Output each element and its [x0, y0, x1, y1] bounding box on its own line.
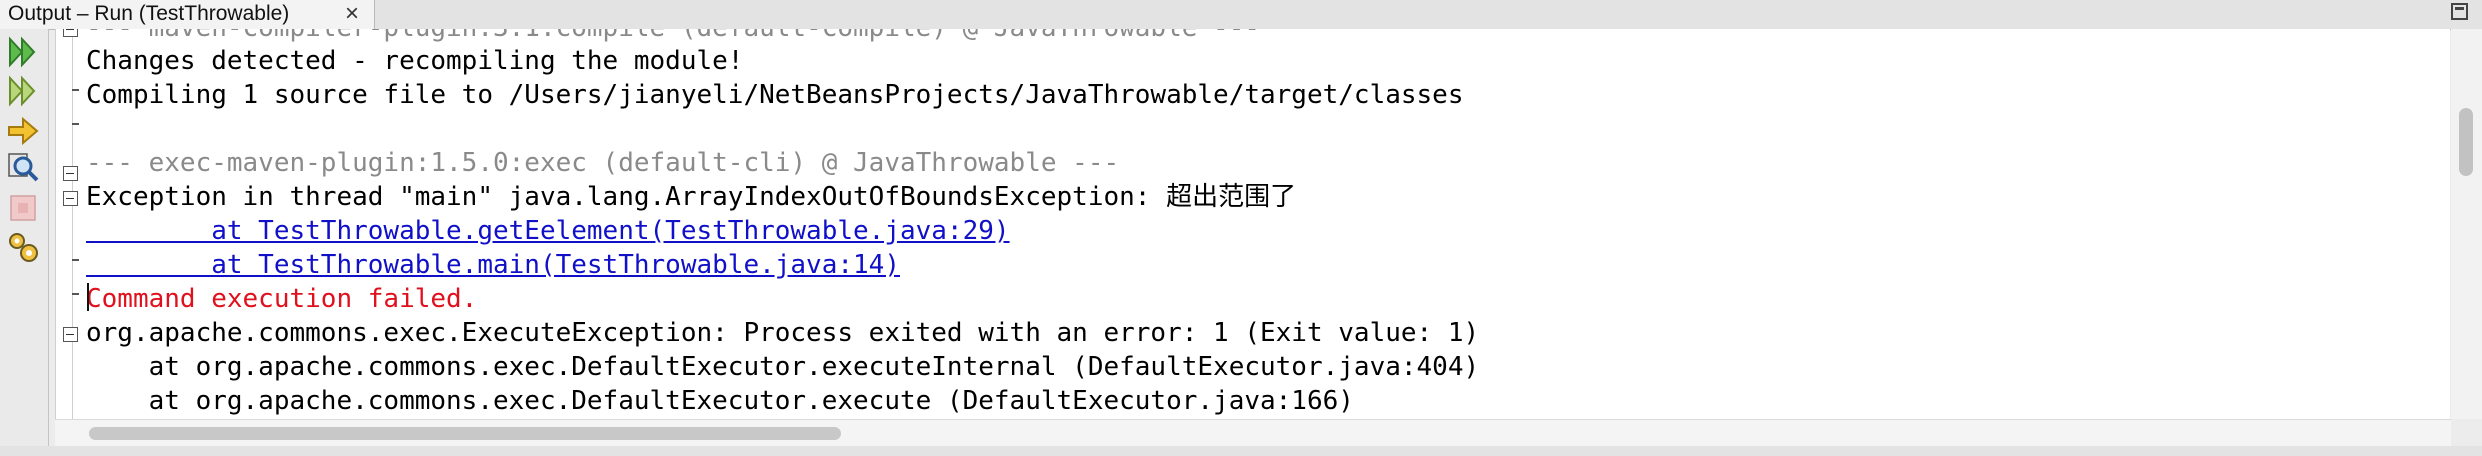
log-line: Exception in thread "main" java.lang.Arr… [86, 182, 1297, 212]
minimize-icon[interactable] [2451, 3, 2468, 20]
close-icon[interactable]: × [345, 0, 359, 28]
vertical-scrollbar[interactable] [2451, 29, 2482, 419]
output-toolbar [0, 29, 49, 456]
status-strip [0, 446, 2482, 456]
horizontal-scrollbar[interactable] [55, 419, 2451, 447]
rerun-icon[interactable] [5, 34, 41, 70]
vertical-scroll-thumb[interactable] [2459, 108, 2473, 176]
gutter-tick [72, 123, 79, 125]
gutter-tick [72, 259, 79, 261]
fold-toggle[interactable] [63, 191, 78, 206]
output-tab-bar: Output – Run (TestThrowable) × [0, 0, 2482, 30]
gutter-line [72, 29, 73, 419]
horizontal-scroll-thumb[interactable] [89, 427, 841, 440]
rerun-with-arguments-icon[interactable] [5, 73, 41, 109]
log-line: Changes detected - recompiling the modul… [86, 46, 744, 76]
settings-icon[interactable] [5, 229, 41, 265]
tab-title: Output – Run (TestThrowable) [8, 2, 290, 25]
stack-trace-link[interactable]: at TestThrowable.getEelement(TestThrowab… [86, 214, 1009, 248]
log-line: at org.apache.commons.exec.DefaultExecut… [86, 386, 1354, 416]
goto-next-icon[interactable] [5, 113, 41, 149]
log-line: org.apache.commons.exec.ExecuteException… [86, 318, 1480, 348]
fold-toggle[interactable] [63, 327, 78, 342]
gutter-tick [72, 89, 79, 91]
fold-toggle[interactable] [63, 166, 78, 181]
log-line: Compiling 1 source file to /Users/jianye… [86, 80, 1464, 110]
log-line: at org.apache.commons.exec.DefaultExecut… [86, 352, 1480, 382]
output-pane[interactable]: --- maven-compiler-plugin:3.1:compile (d… [55, 29, 2450, 419]
gutter-tick [72, 293, 79, 295]
output-tab[interactable]: Output – Run (TestThrowable) × [0, 0, 375, 29]
inspect-icon[interactable] [5, 150, 41, 186]
stop-icon[interactable] [5, 190, 41, 226]
log-line: --- maven-compiler-plugin:3.1:compile (d… [86, 29, 1260, 45]
text-cursor [87, 283, 89, 311]
error-line: Command execution failed. [86, 284, 478, 314]
stack-trace-link[interactable]: at TestThrowable.main(TestThrowable.java… [86, 248, 900, 282]
fold-toggle[interactable] [63, 29, 78, 37]
log-line: --- exec-maven-plugin:1.5.0:exec (defaul… [86, 148, 1120, 178]
